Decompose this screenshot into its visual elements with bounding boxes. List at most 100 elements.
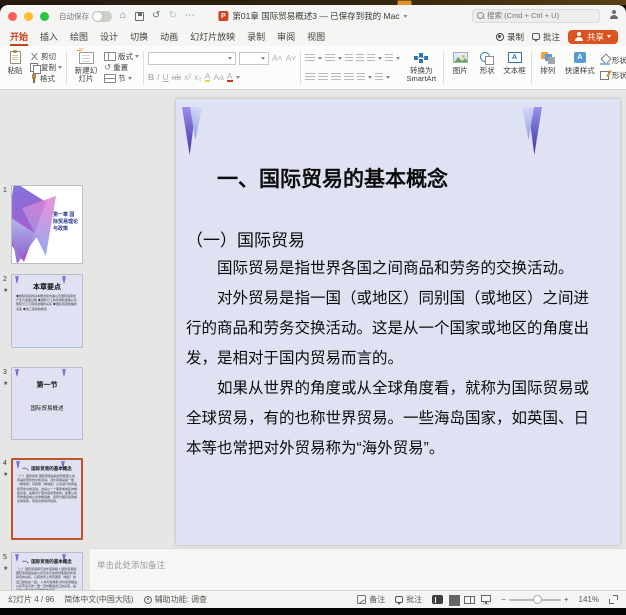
textbox-button[interactable]: A 文本框 — [502, 48, 527, 87]
language-indicator[interactable]: 简体中文(中国大陆) — [64, 594, 133, 605]
line-spacing-icon[interactable] — [367, 54, 375, 62]
tab-home[interactable]: 开始 — [10, 27, 28, 46]
zoom-slider-track[interactable] — [509, 599, 561, 601]
shapes-button[interactable]: 形状 — [475, 48, 499, 87]
animation-star-icon[interactable]: ★ — [3, 565, 8, 572]
animation-star-icon[interactable]: ★ — [3, 380, 8, 387]
tab-transitions[interactable]: 切换 — [130, 27, 148, 46]
slide-canvas[interactable]: 一、国际贸易的基本概念 （一）国际贸易 国际贸易是指世界各国之间商品和劳务的交换… — [176, 99, 620, 545]
thumbnail-slide-1[interactable]: 第一章 国际贸易理论与政策 — [11, 185, 83, 264]
layout-button[interactable]: 版式 — [104, 51, 139, 62]
align-center-icon[interactable] — [318, 73, 328, 81]
zoom-in-button[interactable]: + — [564, 595, 569, 604]
shape-fill-button[interactable]: 形状填充 — [600, 55, 626, 66]
font-color-button[interactable]: A — [227, 72, 233, 83]
bold-button[interactable]: B — [148, 73, 154, 82]
align-right-icon[interactable] — [331, 73, 341, 81]
tab-design[interactable]: 设计 — [100, 27, 118, 46]
italic-button[interactable]: I — [157, 73, 159, 82]
thumbnail-slide-4-selected[interactable]: 一、国际贸易的基本概念 （一）国际贸易 国际贸易是指世界各国之间商品和劳务的交换… — [11, 458, 83, 540]
notes-pane[interactable]: 单击此处添加备注 — [90, 548, 626, 590]
quick-styles-button[interactable]: A 快速样式 — [563, 48, 597, 87]
section-button[interactable]: 节 — [104, 73, 139, 84]
new-slide-button[interactable]: 新建幻灯片 — [71, 48, 101, 87]
text-highlight-button[interactable]: A — [205, 72, 211, 83]
tab-animations[interactable]: 动画 — [160, 27, 178, 46]
close-window-button[interactable] — [8, 12, 17, 21]
arrange-button[interactable]: 排列 — [536, 48, 560, 87]
tab-record[interactable]: 录制 — [247, 27, 265, 46]
zoom-slider[interactable]: − + — [501, 595, 568, 604]
animation-star-icon[interactable]: ★ — [3, 287, 8, 294]
align-objects-icon[interactable] — [375, 73, 383, 81]
thumbnail-slide-5[interactable]: 一、国际贸易的基本概念 （二）国际贸易额与对外贸易额 1.国际贸易额 国际贸易额… — [11, 552, 83, 590]
smartart-button[interactable]: 转换为SmartArt — [403, 48, 439, 87]
notes-toggle-button[interactable]: 备注 — [357, 594, 385, 605]
titlebar: 自动保存 ⌂ ↺ ↻ ⋯ P 第01章 国际贸易概述3 — 已保存到我的 Mac — [0, 5, 626, 27]
slide-sorter-view-button[interactable] — [449, 595, 458, 604]
zoom-window-button[interactable] — [40, 12, 49, 21]
change-case-button[interactable]: Aa — [213, 73, 223, 82]
more-toolbar-icon[interactable]: ⋯ — [185, 11, 195, 21]
cut-button[interactable]: 剪切 — [30, 51, 62, 62]
search-box[interactable] — [472, 9, 600, 23]
shrink-font-button[interactable]: A˅ — [286, 54, 297, 63]
record-button[interactable]: 录制 — [496, 31, 524, 43]
align-left-icon[interactable] — [305, 73, 315, 81]
underline-button[interactable]: U — [163, 73, 169, 82]
increase-indent-icon[interactable] — [356, 54, 364, 62]
paste-button[interactable]: 粘贴 — [3, 48, 27, 87]
zoom-out-button[interactable]: − — [501, 595, 506, 604]
comments-toggle-button[interactable]: 批注 — [395, 594, 422, 605]
picture-button[interactable]: 图片 — [448, 48, 472, 87]
tab-draw[interactable]: 绘图 — [70, 27, 88, 46]
home-icon[interactable]: ⌂ — [120, 11, 126, 21]
justify-icon[interactable] — [344, 73, 354, 81]
presence-person-icon[interactable] — [609, 10, 618, 19]
zoom-level[interactable]: 141% — [579, 595, 599, 604]
columns-icon[interactable] — [357, 73, 365, 81]
autosave-control[interactable]: 自动保存 — [59, 11, 112, 22]
slide-body-text[interactable]: 国际贸易是指世界各国之间商品和劳务的交换活动。 对外贸易是指一国（或地区）同别国… — [186, 254, 594, 464]
font-name-select[interactable] — [148, 52, 236, 65]
comments-button[interactable]: 批注 — [532, 31, 560, 43]
animation-star-icon[interactable]: ★ — [3, 471, 8, 478]
screen: 自动保存 ⌂ ↺ ↻ ⋯ P 第01章 国际贸易概述3 — 已保存到我的 Mac… — [0, 0, 626, 615]
tab-review[interactable]: 审阅 — [277, 27, 295, 46]
tab-insert[interactable]: 插入 — [40, 27, 58, 46]
undo-icon[interactable]: ↺ — [152, 11, 160, 21]
accessibility-status[interactable]: 辅助功能: 调查 — [144, 594, 207, 605]
redo-icon[interactable]: ↻ — [168, 11, 176, 21]
grow-font-button[interactable]: A˄ — [272, 54, 283, 63]
zoom-slider-knob[interactable] — [533, 595, 542, 604]
search-input[interactable] — [487, 11, 595, 20]
decrease-indent-icon[interactable] — [345, 54, 353, 62]
save-icon[interactable] — [135, 12, 144, 21]
numbering-icon[interactable] — [325, 54, 335, 62]
tab-view[interactable]: 视图 — [307, 27, 325, 46]
thumbnail-slide-2[interactable]: 本章要点 ◆国际贸易的基本概念和内涵以及国际贸易的产生与发展过程 ◆国际分工的形… — [11, 274, 83, 348]
slide-title[interactable]: 一、国际贸易的基本概念 — [217, 163, 594, 193]
shape-outline-button[interactable]: 形状轮廓 — [600, 70, 626, 81]
reset-button[interactable]: ↺ 重置 — [104, 62, 139, 73]
slide-thumbnail-panel[interactable]: 1 第一章 国际贸易理论与政策 2 ★ 本章要点 ◆国际贸易的基本概念和内涵以及… — [0, 90, 90, 590]
normal-view-button[interactable] — [432, 595, 443, 604]
share-button[interactable]: 共享 — [568, 30, 618, 44]
document-title-area[interactable]: P 第01章 国际贸易概述3 — 已保存到我的 Mac — [218, 10, 407, 22]
thumbnail-slide-3[interactable]: 第一节 国际贸易概述 — [11, 367, 83, 440]
superscript-button[interactable]: x² — [184, 73, 191, 82]
subscript-button[interactable]: x₂ — [194, 73, 202, 82]
fit-slide-to-window-icon[interactable] — [609, 595, 618, 604]
reading-view-button[interactable] — [464, 596, 475, 604]
copy-button[interactable]: 复制 — [30, 62, 62, 73]
tab-slideshow[interactable]: 幻灯片放映 — [190, 27, 235, 46]
format-painter-button[interactable]: 格式 — [30, 73, 62, 84]
bullets-icon[interactable] — [305, 54, 315, 62]
strikethrough-button[interactable]: ab — [172, 73, 181, 82]
slide-heading[interactable]: （一）国际贸易 — [186, 226, 594, 251]
minimize-window-button[interactable] — [24, 12, 33, 21]
text-direction-icon[interactable] — [385, 54, 393, 62]
slideshow-button[interactable] — [481, 595, 491, 602]
font-size-select[interactable] — [239, 52, 269, 65]
autosave-toggle[interactable] — [92, 11, 112, 22]
